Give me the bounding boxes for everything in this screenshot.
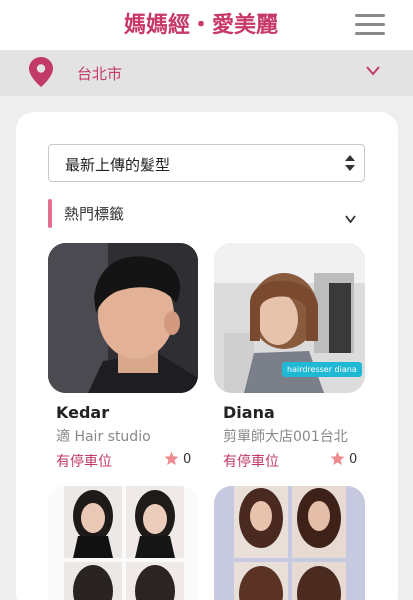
sort-select[interactable]: 最新上傳的髮型 bbox=[48, 144, 365, 182]
location-pin-icon bbox=[29, 57, 53, 87]
star-icon[interactable] bbox=[330, 451, 345, 466]
tags-accent-bar bbox=[48, 199, 52, 228]
hamburger-menu-icon[interactable] bbox=[355, 14, 385, 36]
stylist-name[interactable]: Diana bbox=[223, 403, 275, 422]
hairstyle-photo-wavy-collage[interactable] bbox=[214, 486, 365, 600]
hairdresser-badge: hairdresser diana bbox=[282, 362, 362, 377]
salon-name: 適 Hair studio bbox=[56, 429, 151, 445]
like-count: 0 bbox=[349, 452, 358, 467]
hairstyle-photo-diana[interactable]: hairdresser diana bbox=[214, 243, 365, 393]
parking-label: 有停車位 bbox=[56, 454, 112, 470]
chevron-down-icon[interactable] bbox=[366, 66, 380, 76]
hairstyle-photo-collage[interactable] bbox=[48, 486, 198, 600]
stylist-name[interactable]: Kedar bbox=[56, 403, 109, 422]
hairstyle-photo-kedar[interactable] bbox=[48, 243, 198, 393]
salon-name: 剪單師大店001台北 bbox=[223, 429, 348, 445]
location-label[interactable]: 台北市 bbox=[77, 63, 122, 84]
location-bar[interactable] bbox=[0, 50, 413, 96]
like-count: 0 bbox=[183, 452, 192, 467]
select-arrows-icon bbox=[345, 155, 355, 171]
hot-tags-title: 熱門標籤 bbox=[64, 205, 125, 223]
top-bar: 媽媽經・愛美麗 bbox=[0, 0, 413, 50]
parking-label: 有停車位 bbox=[223, 454, 279, 470]
star-icon[interactable] bbox=[164, 451, 179, 466]
sort-select-value: 最新上傳的髮型 bbox=[65, 156, 171, 174]
site-logo[interactable]: 媽媽經・愛美麗 bbox=[124, 7, 278, 39]
chevron-down-icon[interactable] bbox=[345, 215, 356, 223]
